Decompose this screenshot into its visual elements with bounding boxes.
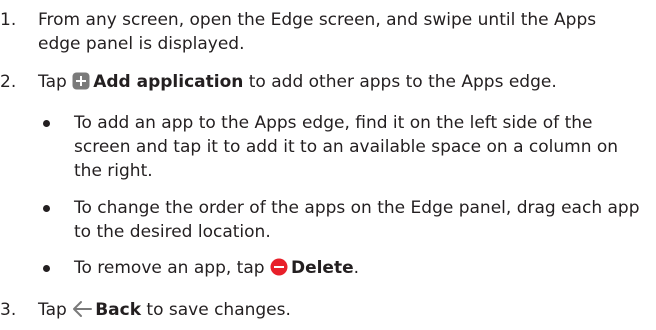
step-text: Tap Back to save changes. [38,298,638,322]
back-arrow-icon [72,300,93,318]
bullet-dot [43,205,50,212]
step-text-prefix: Tap [38,72,67,92]
step-number: 1. [0,10,17,30]
delete-label: Delete [290,258,354,278]
step-number: 3. [0,300,17,320]
bullet-text-suffix: . [353,258,360,278]
bullet-text: To remove an app, tap Delete. [74,256,650,280]
add-square-icon [72,72,90,90]
minus-circle-icon [270,258,288,276]
bullet-dot [43,120,50,127]
step-text-suffix: to add other apps to the Apps edge. [248,72,557,92]
step-text-suffix: to save changes. [146,300,291,320]
bullet-text: To add an app to the Apps edge, find it … [74,113,619,181]
step-text: Tap Add application to add other apps to… [38,70,638,94]
add-application-label: Add application [93,72,244,92]
bullet-text: To change the order of the apps on the E… [74,198,640,242]
step-text: From any screen, open the Edge screen, a… [38,10,597,54]
step-number: 2. [0,72,17,92]
step-text-prefix: Tap [38,300,67,320]
back-label: Back [95,300,141,320]
bullet-dot [43,265,50,272]
bullet-text-prefix: To remove an app, tap [74,258,265,278]
